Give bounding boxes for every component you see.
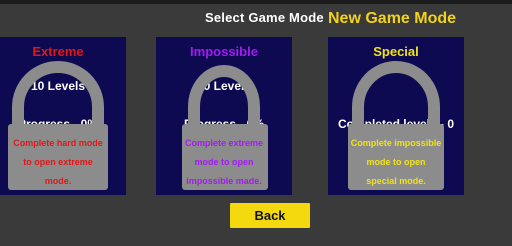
back-button[interactable]: Back bbox=[230, 203, 310, 228]
lock-message: Complete extreme mode to open impossible… bbox=[184, 138, 264, 186]
lock-message: Complete hard mode to open extreme mode. bbox=[13, 138, 103, 186]
page-title: Select Game Mode bbox=[205, 10, 324, 25]
mode-card-special[interactable]: Special Completed levels - 0 Complete im… bbox=[328, 37, 464, 195]
lock-message: Complete impossible mode to open special… bbox=[350, 138, 442, 186]
top-bar bbox=[0, 0, 512, 4]
mode-card-impossible[interactable]: Impossible 10 Levels Progress - 0% Compl… bbox=[156, 37, 292, 195]
mode-card-extreme[interactable]: Extreme 10 Levels Progress - 0% Complete… bbox=[0, 37, 126, 195]
new-game-mode-label: New Game Mode bbox=[328, 10, 457, 27]
